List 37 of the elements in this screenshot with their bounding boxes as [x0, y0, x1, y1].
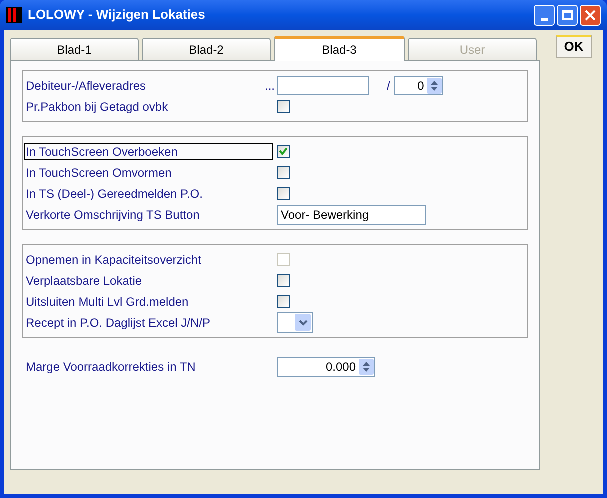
- checkbox[interactable]: [277, 274, 290, 287]
- field-label: In TouchScreen Overboeken: [24, 143, 273, 160]
- field-label: Pr.Pakbon bij Getagd ovbk: [25, 98, 170, 115]
- chevron-down-icon: [298, 320, 308, 326]
- input-field[interactable]: Voor- Bewerking: [277, 204, 426, 224]
- field-label: Marge Voorraadkorrekties in TN: [25, 358, 197, 375]
- spin-field[interactable]: 0.000: [277, 356, 375, 376]
- app-icon: [6, 7, 22, 23]
- input-field[interactable]: [277, 76, 369, 95]
- tab[interactable]: Blad-3: [274, 36, 405, 61]
- field-label: In TS (Deel-) Gereedmelden P.O.: [25, 186, 204, 202]
- ok-button[interactable]: OK: [556, 35, 592, 58]
- tab[interactable]: Blad-1: [10, 38, 140, 60]
- spinner-arrows[interactable]: [359, 358, 374, 374]
- close-button[interactable]: [580, 4, 601, 26]
- field-label: Verkorte Omschrijving TS Button: [25, 206, 201, 223]
- field-label: Verplaatsbare Lokatie: [25, 272, 144, 289]
- dropdown[interactable]: [277, 312, 313, 333]
- field-label: Debiteur-/Afleveradres: [25, 78, 148, 94]
- tab[interactable]: Blad-2: [142, 38, 272, 60]
- window-title: LOLOWY - Wijzigen Lokaties: [28, 6, 206, 24]
- close-icon: [585, 10, 596, 20]
- field-label: In TouchScreen Omvormen: [25, 164, 173, 181]
- spinner-arrows[interactable]: [427, 78, 442, 94]
- checkbox[interactable]: [277, 295, 290, 308]
- field-label: Uitsluiten Multi Lvl Grd.melden: [25, 294, 190, 310]
- checkbox[interactable]: [277, 187, 290, 200]
- spin-field[interactable]: 0: [394, 76, 444, 95]
- lookup-dots[interactable]: ...: [250, 76, 275, 94]
- maximize-button[interactable]: [557, 4, 578, 26]
- field-label: Recept in P.O. Daglijst Excel J/N/P: [25, 314, 212, 331]
- checkbox[interactable]: [277, 166, 290, 179]
- minimize-button[interactable]: [534, 4, 555, 26]
- field-label: Opnemen in Kapaciteitsoverzicht: [25, 252, 202, 268]
- checkbox[interactable]: [277, 145, 290, 158]
- separator: /: [387, 78, 390, 94]
- checkbox[interactable]: [277, 100, 290, 113]
